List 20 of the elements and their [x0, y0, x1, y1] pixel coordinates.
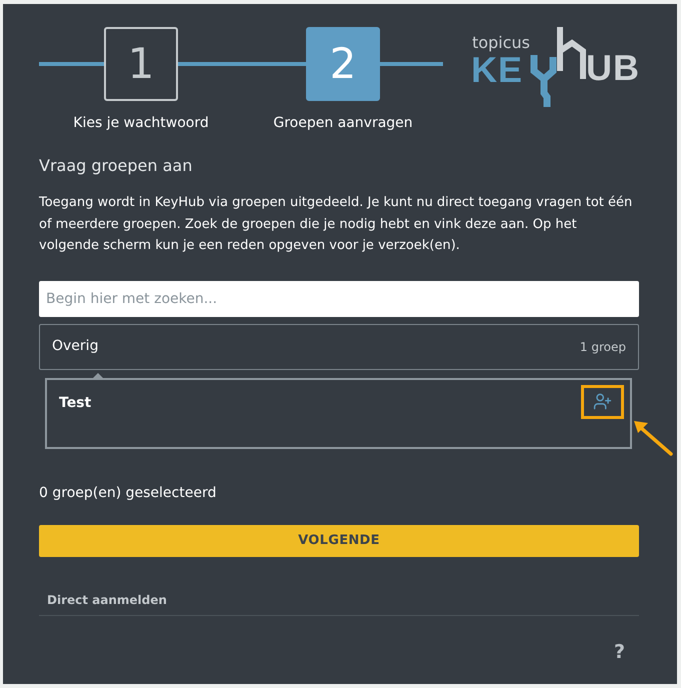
annotation-arrow — [634, 419, 674, 457]
step-label: Kies je wachtwoord — [73, 114, 209, 133]
step-number: 1 — [104, 27, 178, 101]
add-user-icon[interactable] — [593, 392, 612, 411]
logo-wordmark: UB — [586, 53, 640, 83]
group-count: 1 groep — [580, 338, 626, 356]
logo-wordmark: KE — [471, 55, 524, 85]
category-name: Overig — [52, 337, 98, 356]
logo-tagline: topicus — [472, 33, 530, 53]
step-label: Groepen aanvragen — [273, 114, 413, 133]
search-field[interactable]: Begin hier met zoeken... — [39, 280, 639, 316]
category-header[interactable]: Overig 1 groep — [39, 324, 639, 370]
group-name: Test — [59, 394, 92, 412]
section-heading: Direct aanmelden — [47, 592, 167, 608]
selection-summary: 0 groep(en) geselecteerd — [39, 484, 216, 502]
section-title: Vraag groepen aan — [39, 155, 194, 177]
next-button[interactable]: VOLGENDE — [39, 524, 639, 556]
help-button[interactable]: ? — [614, 640, 625, 664]
step-number: 2 — [306, 27, 380, 101]
intro-paragraph: Toegang wordt in KeyHub via groepen uitgedeeld. Je kunt nu direct toegang vragen tot één of meerdere groepen. Zoek de groepen die je nodig hebt en vink deze aan. Op het volgende scherm kun je een reden opgeven voor je verzoek(en). — [39, 194, 634, 255]
